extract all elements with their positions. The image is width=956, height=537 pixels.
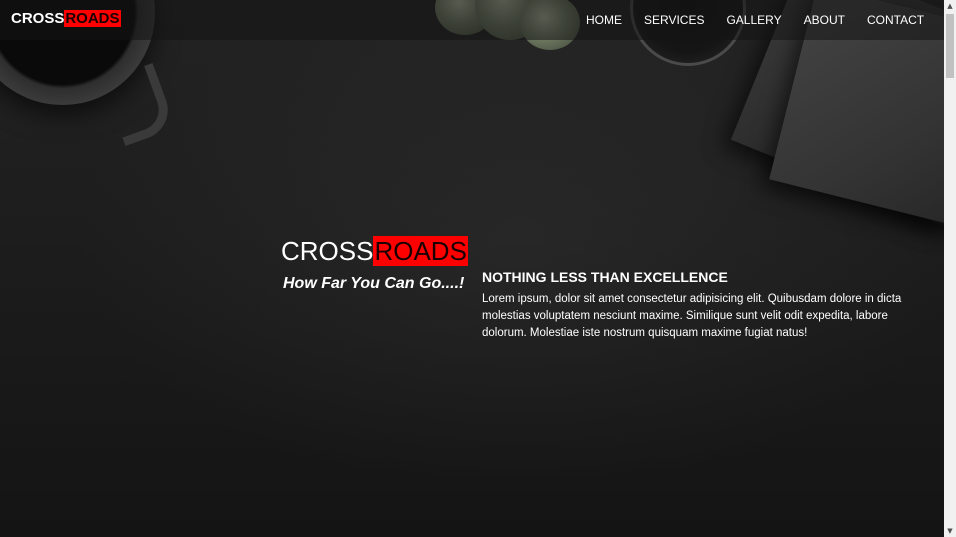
hero-logo: CROSSROADS xyxy=(281,233,468,269)
nav-home[interactable]: HOME xyxy=(586,12,622,28)
brand-logo[interactable]: CROSSROADS xyxy=(11,9,121,29)
triangle-down-icon[interactable]: ▼ xyxy=(944,525,956,537)
nav-contact[interactable]: CONTACT xyxy=(867,12,924,28)
nav-gallery[interactable]: GALLERY xyxy=(726,12,781,28)
triangle-up-icon[interactable]: ▲ xyxy=(944,0,956,12)
main-nav: HOME SERVICES GALLERY ABOUT CONTACT xyxy=(586,12,946,28)
navbar: CROSSROADS HOME SERVICES GALLERY ABOUT C… xyxy=(0,0,944,40)
vertical-scrollbar[interactable]: ▲ ▼ xyxy=(944,0,956,537)
section-body: Lorem ipsum, dolor sit amet consectetur … xyxy=(482,293,902,339)
section-title: NOTHING LESS THAN EXCELLENCE xyxy=(482,269,728,285)
hero-logo-highlight: ROADS xyxy=(373,236,468,266)
nav-about[interactable]: ABOUT xyxy=(804,12,845,28)
nav-services[interactable]: SERVICES xyxy=(644,12,704,28)
scrollbar-thumb[interactable] xyxy=(946,14,954,78)
hero-background xyxy=(0,0,944,537)
hero-logo-prefix: CROSS xyxy=(281,236,374,266)
brand-prefix: CROSS xyxy=(11,10,65,27)
hero-tagline: How Far You Can Go....! xyxy=(283,275,465,292)
brand-highlight: ROADS xyxy=(64,10,121,27)
page: CROSSROADS HOME SERVICES GALLERY ABOUT C… xyxy=(0,0,956,537)
